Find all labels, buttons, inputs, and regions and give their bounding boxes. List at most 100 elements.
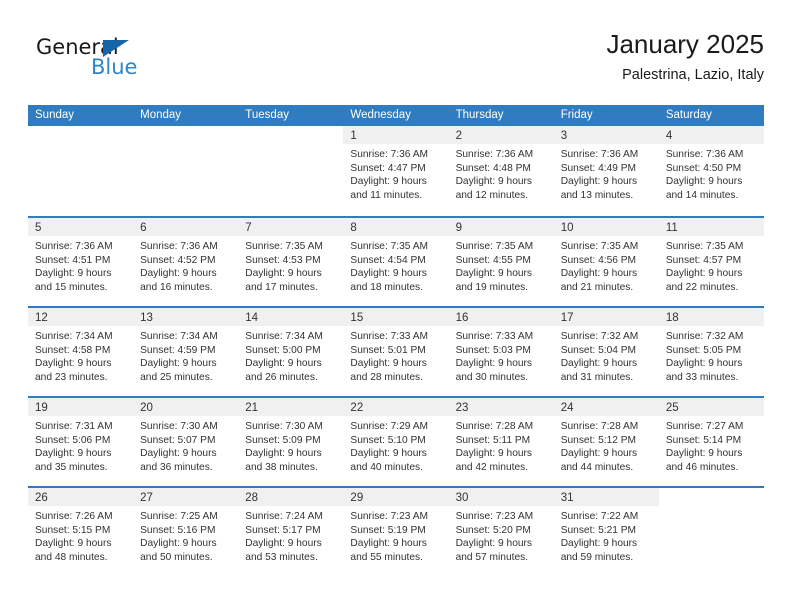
day-cell-9[interactable]: 9 Sunrise: 7:35 AM Sunset: 4:55 PM Daylight… xyxy=(448,218,554,306)
day-number-band: 27 xyxy=(133,488,239,506)
day-cell-23[interactable]: 23 Sunrise: 7:28 AM Sunset: 5:11 PM Dayligh… xyxy=(448,398,554,486)
day-number-band: 15 xyxy=(343,308,449,326)
daylight-duration-line2: and 25 minutes. xyxy=(140,371,213,383)
daylight-duration-line2: and 57 minutes. xyxy=(455,551,529,563)
day-number-band: 12 xyxy=(28,308,134,326)
day-details: Sunrise: 7:35 AM Sunset: 4:54 PM Daylight:… xyxy=(343,236,448,294)
daylight-duration-line1: Daylight: 9 hours xyxy=(665,176,743,188)
day-number: 4 xyxy=(665,130,673,142)
sunset-time: Sunset: 4:59 PM xyxy=(140,344,216,356)
day-number: 24 xyxy=(560,402,574,414)
day-details: Sunrise: 7:36 AM Sunset: 4:47 PM Daylight:… xyxy=(343,144,448,202)
day-cell-28[interactable]: 28 Sunrise: 7:24 AM Sunset: 5:17 PM Dayligh… xyxy=(238,488,344,576)
day-number-band: 9 xyxy=(448,218,554,236)
sunrise-time: Sunrise: 7:30 AM xyxy=(140,421,218,432)
sunset-time: Sunset: 4:49 PM xyxy=(560,162,637,174)
day-number-band: 21 xyxy=(238,398,344,416)
daylight-duration-line1: Daylight: 9 hours xyxy=(560,176,638,188)
day-number: 6 xyxy=(140,222,147,234)
day-details: Sunrise: 7:22 AM Sunset: 5:21 PM Daylight:… xyxy=(554,506,659,564)
daylight-duration-line2: and 53 minutes. xyxy=(245,551,318,563)
day-cell-6[interactable]: 6 Sunrise: 7:36 AM Sunset: 4:52 PM Daylight… xyxy=(133,218,239,306)
day-number: 31 xyxy=(560,492,574,504)
sunset-time: Sunset: 5:07 PM xyxy=(140,434,216,446)
day-number: 1 xyxy=(350,130,357,142)
day-cell-1[interactable]: 1 Sunrise: 7:36 AM Sunset: 4:47 PM Daylight… xyxy=(343,126,449,216)
day-cell-17[interactable]: 17 Sunrise: 7:32 AM Sunset: 5:04 PM Dayligh… xyxy=(553,308,659,396)
day-cell-18[interactable]: 18 Sunrise: 7:32 AM Sunset: 5:05 PM Dayligh… xyxy=(658,308,764,396)
day-number-band: 16 xyxy=(448,308,554,326)
day-cell-20[interactable]: 20 Sunrise: 7:30 AM Sunset: 5:07 PM Dayligh… xyxy=(133,398,239,486)
day-cell-25[interactable]: 25 Sunrise: 7:27 AM Sunset: 5:14 PM Dayligh… xyxy=(658,398,764,486)
day-cell-21[interactable]: 21 Sunrise: 7:30 AM Sunset: 5:09 PM Dayligh… xyxy=(238,398,344,486)
calendar-week-row: 5 Sunrise: 7:36 AM Sunset: 4:51 PM Daylight… xyxy=(28,216,764,306)
day-cell-10[interactable]: 10 Sunrise: 7:35 AM Sunset: 4:56 PM Dayligh… xyxy=(553,218,659,306)
daylight-duration-line2: and 14 minutes. xyxy=(665,189,739,201)
day-cell-3[interactable]: 3 Sunrise: 7:36 AM Sunset: 4:49 PM Daylight… xyxy=(553,126,659,216)
day-cell-22[interactable]: 22 Sunrise: 7:29 AM Sunset: 5:10 PM Dayligh… xyxy=(343,398,449,486)
daylight-duration-line2: and 22 minutes. xyxy=(665,281,739,293)
day-number: 2 xyxy=(455,130,462,142)
day-number-band: 24 xyxy=(553,398,659,416)
day-cell-29[interactable]: 29 Sunrise: 7:23 AM Sunset: 5:19 PM Dayligh… xyxy=(343,488,449,576)
day-details: Sunrise: 7:36 AM Sunset: 4:51 PM Daylight:… xyxy=(28,236,133,294)
location-subtitle: Palestrina, Lazio, Italy xyxy=(622,67,764,83)
day-details: Sunrise: 7:25 AM Sunset: 5:16 PM Daylight:… xyxy=(133,506,238,564)
day-details: Sunrise: 7:28 AM Sunset: 5:12 PM Daylight:… xyxy=(554,416,659,474)
sunrise-time: Sunrise: 7:31 AM xyxy=(35,421,113,432)
day-details: Sunrise: 7:35 AM Sunset: 4:57 PM Daylight:… xyxy=(659,236,764,294)
day-details: Sunrise: 7:36 AM Sunset: 4:50 PM Daylight:… xyxy=(659,144,764,202)
daylight-duration-line2: and 26 minutes. xyxy=(245,371,318,383)
day-cell-24[interactable]: 24 Sunrise: 7:28 AM Sunset: 5:12 PM Dayligh… xyxy=(553,398,659,486)
day-cell-31[interactable]: 31 Sunrise: 7:22 AM Sunset: 5:21 PM Dayligh… xyxy=(553,488,659,576)
daylight-duration-line2: and 40 minutes. xyxy=(350,461,423,473)
daylight-duration-line1: Daylight: 9 hours xyxy=(560,268,638,280)
day-cell-2[interactable]: 2 Sunrise: 7:36 AM Sunset: 4:48 PM Daylight… xyxy=(448,126,554,216)
sunrise-time: Sunrise: 7:28 AM xyxy=(455,421,534,432)
daylight-duration-line2: and 28 minutes. xyxy=(350,371,423,383)
daylight-duration-line1: Daylight: 9 hours xyxy=(350,448,427,460)
day-details: Sunrise: 7:36 AM Sunset: 4:48 PM Daylight:… xyxy=(449,144,554,202)
sunrise-time: Sunrise: 7:26 AM xyxy=(35,511,113,522)
sunset-time: Sunset: 5:06 PM xyxy=(35,434,111,446)
sunrise-time: Sunrise: 7:23 AM xyxy=(455,511,534,522)
sunset-time: Sunset: 4:52 PM xyxy=(140,254,216,266)
day-cell-26[interactable]: 26 Sunrise: 7:26 AM Sunset: 5:15 PM Dayligh… xyxy=(28,488,134,576)
day-cell-27[interactable]: 27 Sunrise: 7:25 AM Sunset: 5:16 PM Dayligh… xyxy=(133,488,239,576)
day-number: 22 xyxy=(350,402,364,414)
day-cell-12[interactable]: 12 Sunrise: 7:34 AM Sunset: 4:58 PM Dayligh… xyxy=(28,308,134,396)
day-details: Sunrise: 7:27 AM Sunset: 5:14 PM Daylight:… xyxy=(659,416,764,474)
daylight-duration-line2: and 13 minutes. xyxy=(560,189,634,201)
daylight-duration-line1: Daylight: 9 hours xyxy=(665,358,743,370)
day-cell-19[interactable]: 19 Sunrise: 7:31 AM Sunset: 5:06 PM Dayligh… xyxy=(28,398,134,486)
sunrise-time: Sunrise: 7:36 AM xyxy=(350,149,429,160)
day-cell-13[interactable]: 13 Sunrise: 7:34 AM Sunset: 4:59 PM Dayligh… xyxy=(133,308,239,396)
sunrise-time: Sunrise: 7:27 AM xyxy=(665,421,744,432)
daylight-duration-line1: Daylight: 9 hours xyxy=(245,268,322,280)
day-number: 10 xyxy=(560,222,574,234)
sunrise-time: Sunrise: 7:36 AM xyxy=(35,241,113,252)
sunrise-time: Sunrise: 7:34 AM xyxy=(35,331,113,342)
day-number-band: 4 xyxy=(658,126,764,144)
sunset-time: Sunset: 5:20 PM xyxy=(455,524,531,536)
day-cell-4[interactable]: 4 Sunrise: 7:36 AM Sunset: 4:50 PM Daylight… xyxy=(658,126,764,216)
sunset-time: Sunset: 4:50 PM xyxy=(665,162,742,174)
brand-logo[interactable]: General Blue xyxy=(36,36,186,84)
daylight-duration-line1: Daylight: 9 hours xyxy=(140,358,217,370)
daylight-duration-line2: and 59 minutes. xyxy=(560,551,634,563)
day-cell-7[interactable]: 7 Sunrise: 7:35 AM Sunset: 4:53 PM Daylight… xyxy=(238,218,344,306)
day-number-band: 18 xyxy=(658,308,764,326)
day-cell-5[interactable]: 5 Sunrise: 7:36 AM Sunset: 4:51 PM Daylight… xyxy=(28,218,134,306)
day-cell-16[interactable]: 16 Sunrise: 7:33 AM Sunset: 5:03 PM Dayligh… xyxy=(448,308,554,396)
day-cell-30[interactable]: 30 Sunrise: 7:23 AM Sunset: 5:20 PM Dayligh… xyxy=(448,488,554,576)
day-cell-8[interactable]: 8 Sunrise: 7:35 AM Sunset: 4:54 PM Daylight… xyxy=(343,218,449,306)
day-cell-14[interactable]: 14 Sunrise: 7:34 AM Sunset: 5:00 PM Dayligh… xyxy=(238,308,344,396)
day-details: Sunrise: 7:33 AM Sunset: 5:03 PM Daylight:… xyxy=(449,326,554,384)
day-cell-15[interactable]: 15 Sunrise: 7:33 AM Sunset: 5:01 PM Dayligh… xyxy=(343,308,449,396)
sunset-time: Sunset: 5:16 PM xyxy=(140,524,216,536)
day-cell-11[interactable]: 11 Sunrise: 7:35 AM Sunset: 4:57 PM Dayligh… xyxy=(658,218,764,306)
daylight-duration-line1: Daylight: 9 hours xyxy=(455,538,533,550)
day-details: Sunrise: 7:23 AM Sunset: 5:20 PM Daylight:… xyxy=(449,506,554,564)
day-number: 21 xyxy=(245,402,259,414)
sunset-time: Sunset: 5:14 PM xyxy=(665,434,742,446)
